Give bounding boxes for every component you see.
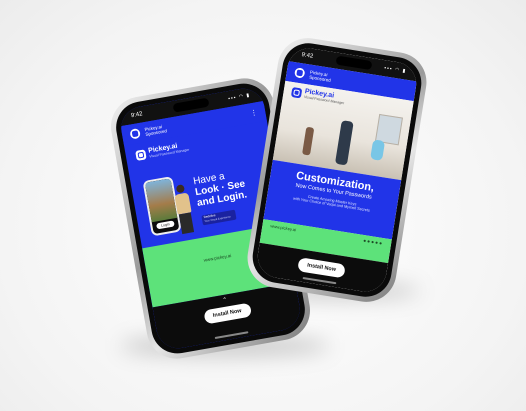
brand-block: Pickey.ai Visual Password Manager (135, 141, 190, 161)
home-indicator (214, 331, 248, 340)
person-center (334, 120, 354, 166)
advertiser-avatar[interactable] (293, 67, 306, 79)
mockup-scene: 9:42 ▪▪▪ ◠ ▮ Pickey.ai Sponsored ⋮ Picke… (0, 0, 526, 411)
status-icons: ▪▪▪ ◠ ▮ (383, 65, 407, 75)
social-icons: ●●●●● (362, 237, 384, 248)
home-indicator (302, 276, 337, 285)
mini-card: Redefine Your Visual Experience (201, 209, 237, 226)
advertiser-avatar[interactable] (129, 128, 141, 140)
robot-figure (370, 139, 386, 161)
chevron-up-icon: ⌃ (222, 297, 228, 305)
person-left (302, 126, 315, 156)
right-phone: 9:42 ▪▪▪ ◠ ▮ Pickey.ai Sponsored Pickey.… (243, 33, 431, 307)
headline: Have a Look · See and Login. (192, 168, 248, 209)
status-time: 9:42 (301, 52, 314, 60)
status-icons: ▪▪▪ ◠ ▮ (227, 92, 251, 103)
brand-block: Pickey.ai Visual Password Manager (290, 86, 346, 105)
right-phone-bezel: 9:42 ▪▪▪ ◠ ▮ Pickey.ai Sponsored Pickey.… (248, 39, 426, 301)
pickey-logo-icon (290, 86, 303, 98)
install-now-button[interactable]: Install Now (297, 257, 346, 279)
login-chip: Login (156, 220, 175, 230)
pickey-logo-icon (135, 148, 147, 161)
install-now-button[interactable]: Install Now (202, 302, 252, 325)
right-phone-screen: 9:42 ▪▪▪ ◠ ▮ Pickey.ai Sponsored Pickey.… (254, 45, 420, 295)
status-time: 9:42 (130, 111, 144, 120)
more-options-icon[interactable]: ⋮ (250, 108, 258, 117)
dynamic-island (335, 55, 373, 71)
ad-url[interactable]: www.pickey.ai (270, 223, 296, 232)
